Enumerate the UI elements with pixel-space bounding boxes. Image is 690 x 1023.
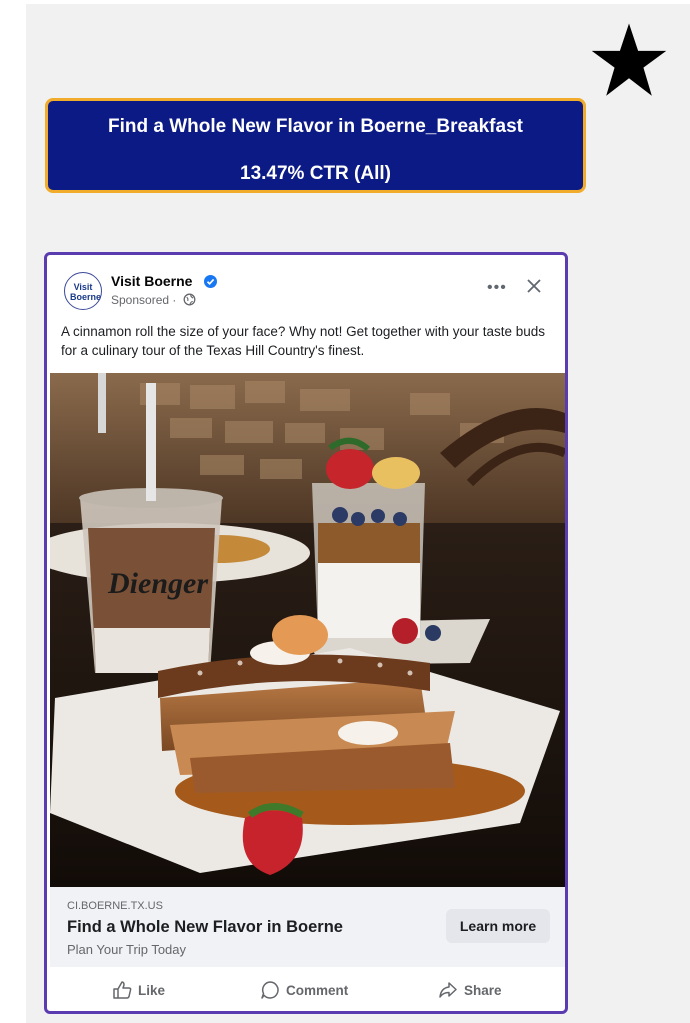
like-button[interactable]: Like <box>112 980 165 1000</box>
learn-more-button[interactable]: Learn more <box>446 909 550 943</box>
share-label: Share <box>464 982 502 998</box>
close-icon[interactable] <box>525 277 543 295</box>
ad-image[interactable]: Dienger <box>50 373 565 887</box>
comment-button[interactable]: Comment <box>260 980 348 1000</box>
link-domain: CI.BOERNE.TX.US <box>67 900 163 912</box>
sponsored-label: Sponsored · <box>111 293 177 307</box>
campaign-title: Find a Whole New Flavor in Boerne_Breakf… <box>108 116 523 137</box>
comment-label: Comment <box>286 982 349 998</box>
more-options-icon[interactable]: ••• <box>487 279 507 297</box>
like-label: Like <box>138 982 166 998</box>
action-bar: Like Comment Share <box>50 969 565 1011</box>
ad-body-text: A cinnamon roll the size of your face? W… <box>61 324 546 358</box>
ctr-value: 13.47% CTR (All) <box>240 163 391 184</box>
verified-badge-icon <box>204 275 217 288</box>
star-icon <box>591 23 667 96</box>
cup-logo-text: Dienger <box>107 567 208 600</box>
comment-icon <box>261 981 279 999</box>
globe-icon <box>183 293 196 306</box>
thumbs-up-icon <box>113 981 132 999</box>
share-button[interactable]: Share <box>438 980 502 1000</box>
share-icon <box>439 982 457 998</box>
link-description: Plan Your Trip Today <box>67 942 187 957</box>
page-name[interactable]: Visit Boerne <box>111 273 192 289</box>
facebook-ad-card: Visit Boerne Visit Boerne Sponsored · ••… <box>44 252 568 1014</box>
link-preview[interactable]: CI.BOERNE.TX.US Find a Whole New Flavor … <box>50 887 565 967</box>
avatar[interactable]: Visit Boerne <box>64 272 102 310</box>
link-headline[interactable]: Find a Whole New Flavor in Boerne <box>67 918 343 937</box>
campaign-banner: Find a Whole New Flavor in Boerne_Breakf… <box>45 98 586 193</box>
avatar-logo: Visit Boerne <box>70 282 102 302</box>
